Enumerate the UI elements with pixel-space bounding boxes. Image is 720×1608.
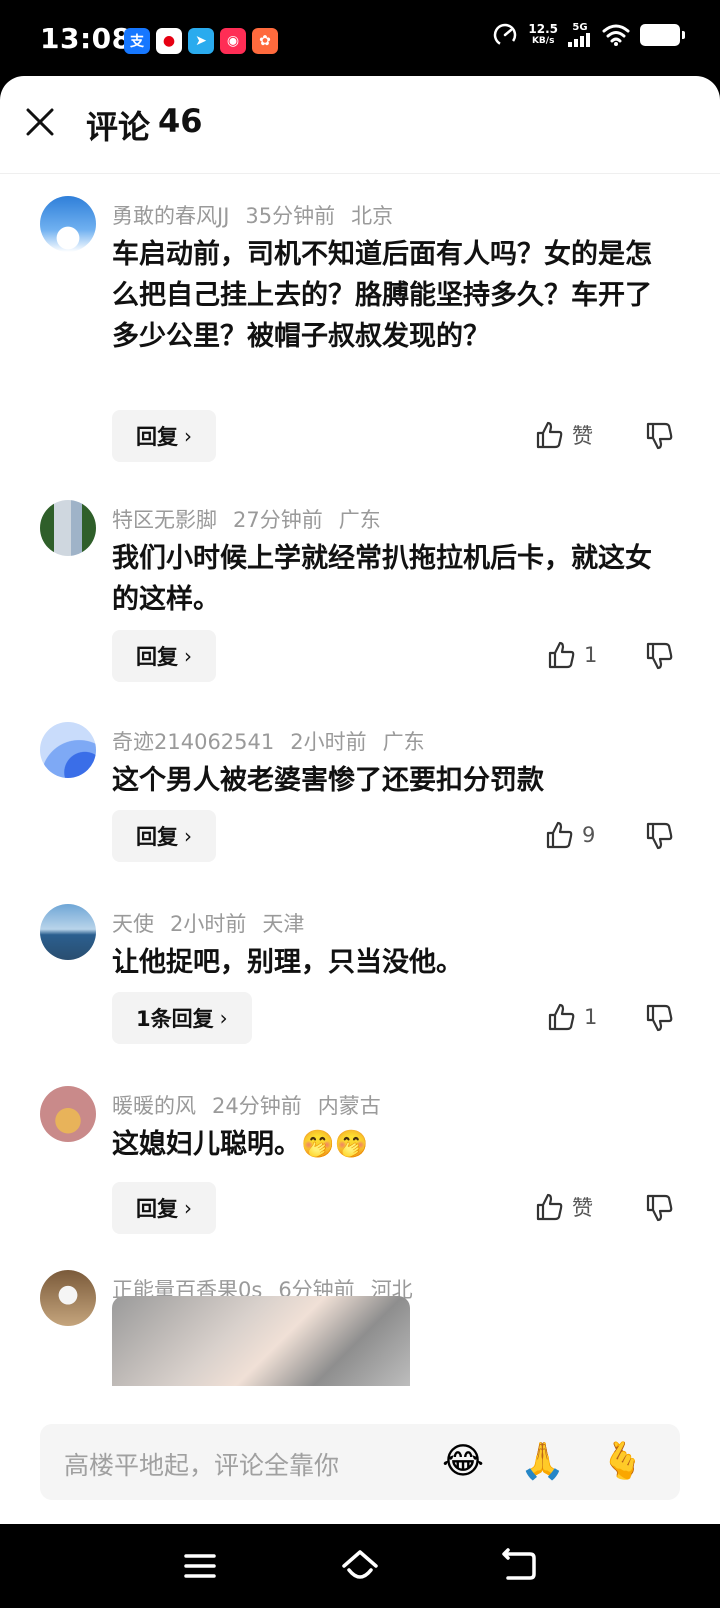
user-avatar[interactable]: [40, 1270, 96, 1326]
thumbs-down-icon[interactable]: [644, 821, 674, 851]
username[interactable]: 暖暖的风: [112, 1090, 196, 1120]
like-count: 1: [584, 1005, 598, 1029]
username[interactable]: 天使: [112, 908, 154, 938]
username[interactable]: 特区无影脚: [112, 504, 217, 534]
comment-meta: 奇迹214062541 2小时前 广东: [112, 726, 425, 756]
comment-text: 这个男人被老婆害惨了还要扣分罚款: [112, 765, 544, 796]
thumbs-down-icon[interactable]: [644, 421, 674, 451]
system-nav-bar: [0, 1524, 720, 1608]
telegram-icon: ➤: [188, 28, 214, 54]
comment-text: 我们小时候上学就经常扒拖拉机后卡，就这女的这样。: [112, 543, 652, 615]
title-label: 评论: [86, 108, 151, 146]
comment-text: 车启动前，司机不知道后面有人吗？女的是怎么把自己挂上去的？胳膊能坚持多久？车开了…: [112, 239, 652, 352]
sheet-header: 评论 46: [0, 76, 720, 174]
comment-location: 天津: [262, 912, 305, 936]
comment-meta: 天使 2小时前 天津: [112, 908, 304, 938]
shopping-app-icon: ◉: [220, 28, 246, 54]
wifi-icon: [602, 24, 630, 46]
video-app-icon: ●: [156, 28, 182, 54]
back-icon[interactable]: [500, 1546, 540, 1586]
comment-input[interactable]: 高楼平地起，评论全靠你 😂 🙏 🫰: [40, 1424, 680, 1500]
thumbs-down-icon[interactable]: [644, 1003, 674, 1033]
like-count: 9: [582, 823, 596, 847]
comment-location: 内蒙古: [317, 1094, 381, 1118]
thumbs-down-icon[interactable]: [644, 641, 674, 671]
view-replies-button[interactable]: 1条回复 ›: [112, 992, 252, 1044]
comment-count: 46: [158, 102, 203, 140]
thumbs-down-icon[interactable]: [644, 1193, 674, 1223]
comment-image[interactable]: [112, 1296, 410, 1386]
page-title: 评论 46: [86, 102, 203, 148]
comment-meta: 特区无影脚 27分钟前 广东: [112, 504, 381, 534]
speedometer-icon: [494, 23, 517, 47]
comment-input-placeholder[interactable]: 高楼平地起，评论全靠你: [64, 1446, 339, 1482]
like-button[interactable]: 1: [546, 640, 597, 670]
thumbs-up-icon: [548, 1003, 575, 1031]
notification-icons: 支 ● ➤ ◉ ✿: [124, 28, 278, 54]
menu-icon[interactable]: [180, 1546, 220, 1586]
signal-icon: [568, 33, 590, 47]
user-avatar[interactable]: [40, 500, 96, 556]
like-button[interactable]: 9: [544, 820, 595, 850]
status-time: 13:08: [40, 22, 132, 55]
status-indicators: 12.5 KB/s 5G: [492, 22, 685, 48]
reply-button[interactable]: 回复 ›: [112, 410, 216, 462]
home-icon[interactable]: [340, 1546, 380, 1586]
network-speed: 12.5 KB/s: [528, 22, 558, 46]
comment-location: 广东: [338, 508, 381, 532]
close-icon[interactable]: [22, 104, 58, 140]
alipay-icon: 支: [124, 28, 150, 54]
user-avatar[interactable]: [40, 1086, 96, 1142]
comment-list[interactable]: 勇敢的春风JJ 35分钟前 北京 车启动前，司机不知道后面有人吗？女的是怎么把自…: [0, 174, 720, 1484]
comment-text: 这媳妇儿聪明。🤭🤭: [112, 1129, 369, 1160]
comment-location: 广东: [382, 730, 425, 754]
comment-time: 35分钟前: [245, 204, 336, 228]
comment-time: 24分钟前: [212, 1094, 302, 1118]
comment-time: 2小时前: [290, 730, 367, 754]
like-button[interactable]: 1: [546, 1002, 597, 1032]
reply-button[interactable]: 回复 ›: [112, 1182, 216, 1234]
username[interactable]: 奇迹214062541: [112, 726, 274, 756]
comment-meta: 勇敢的春风JJ 35分钟前 北京: [112, 200, 393, 230]
user-avatar[interactable]: [40, 196, 96, 252]
thumbs-up-icon: [536, 421, 563, 449]
user-avatar[interactable]: [40, 722, 96, 778]
thumbs-up-icon: [548, 641, 575, 669]
comment-location: 北京: [351, 204, 394, 228]
reply-button[interactable]: 回复 ›: [112, 810, 216, 862]
finger-heart-emoji-button[interactable]: 🫰: [600, 1440, 645, 1484]
status-bar: 13:08 支 ● ➤ ◉ ✿ 12.5 KB/s 5G: [0, 0, 720, 84]
laugh-cry-emoji-button[interactable]: 😂: [442, 1440, 484, 1484]
like-count: 1: [584, 643, 598, 667]
comment-time: 27分钟前: [233, 508, 323, 532]
like-button[interactable]: 赞: [534, 1192, 593, 1222]
signal-group: 5G: [568, 23, 592, 47]
thumbs-up-icon: [546, 821, 573, 849]
username[interactable]: 勇敢的春风JJ: [112, 200, 229, 230]
game-app-icon: ✿: [252, 28, 278, 54]
thumbs-up-icon: [536, 1193, 563, 1221]
like-count: 赞: [572, 1196, 593, 1220]
comment-time: 2小时前: [170, 912, 247, 936]
comment-meta: 暖暖的风 24分钟前 内蒙古: [112, 1090, 381, 1120]
comment-sheet: 评论 46 勇敢的春风JJ 35分钟前 北京 车启动前，司机不知道后面有人吗？女…: [0, 76, 720, 1524]
user-avatar[interactable]: [40, 904, 96, 960]
comment-text: 让他捉吧，别理，只当没他。: [112, 947, 463, 978]
like-count: 赞: [572, 424, 593, 448]
like-button[interactable]: 赞: [534, 420, 593, 450]
reply-button[interactable]: 回复 ›: [112, 630, 216, 682]
battery-icon: [640, 24, 685, 46]
pray-emoji-button[interactable]: 🙏: [520, 1440, 565, 1484]
